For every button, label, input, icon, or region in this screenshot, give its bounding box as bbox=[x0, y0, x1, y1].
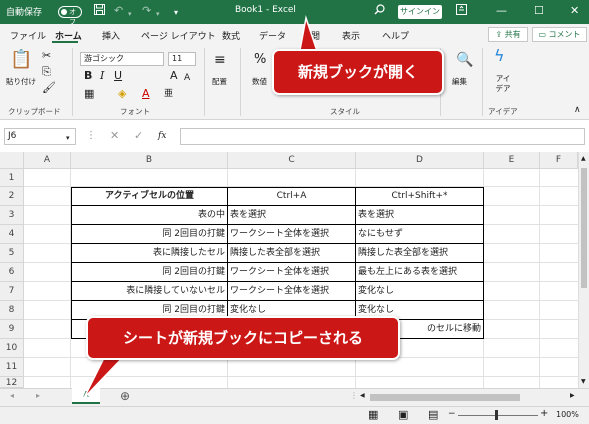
top-callout: 新規ブックが開く bbox=[272, 49, 444, 95]
bottom-callout: シートが新規ブックにコピーされる bbox=[86, 316, 400, 360]
